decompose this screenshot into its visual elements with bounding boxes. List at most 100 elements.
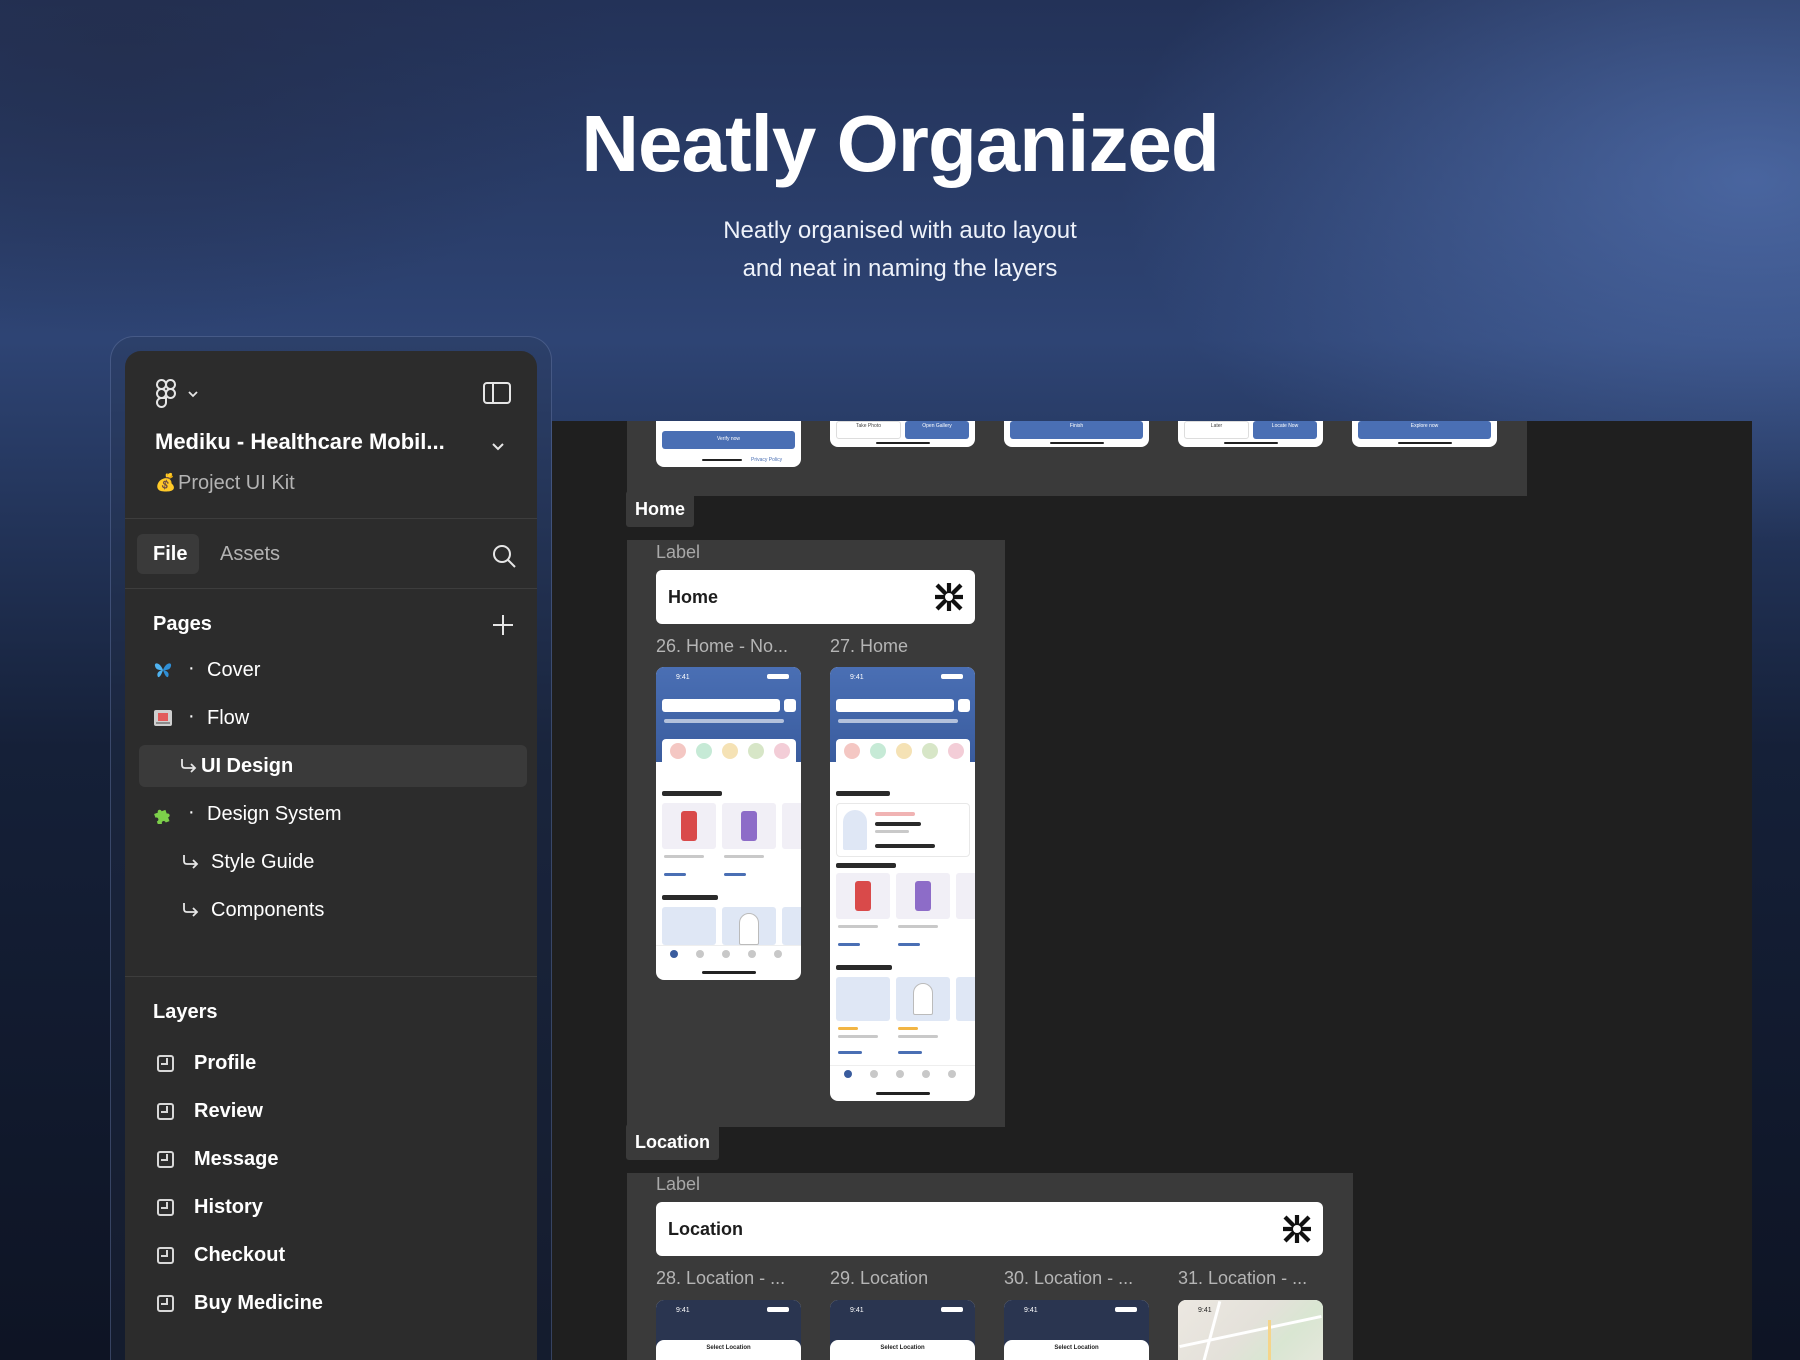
phone-frame-location-28[interactable]: 9:41 Select Location	[656, 1300, 801, 1360]
layer-item-message[interactable]: Message	[125, 1138, 537, 1180]
phone-frame-home-no-appointment[interactable]: 9:41	[656, 667, 801, 980]
layer-item-profile[interactable]: Profile	[125, 1042, 537, 1084]
page-label-cover: Cover	[207, 659, 261, 681]
page-item-design-system[interactable]: · Design System	[125, 793, 537, 835]
frame-locate[interactable]: Later Locate Now	[1178, 421, 1323, 447]
phone-frame-location-29[interactable]: 9:41 Select Location	[830, 1300, 975, 1360]
snowflake-icon	[935, 583, 963, 611]
locate-now-label: Locate Now	[1271, 423, 1299, 429]
location-label-card[interactable]: Location	[656, 1202, 1323, 1256]
page-item-style-guide[interactable]: Style Guide	[125, 841, 537, 883]
tab-file[interactable]: File	[153, 543, 187, 566]
status-icons	[767, 1307, 789, 1312]
page-label-components: Components	[211, 899, 325, 921]
status-time: 9:41	[1198, 1307, 1212, 1314]
take-photo-label: Take Photo	[855, 423, 882, 429]
open-gallery-label: Open Gallery	[922, 423, 952, 429]
status-time: 9:41	[850, 1307, 864, 1314]
frame-icon	[157, 1151, 174, 1168]
select-location-title: Select Location	[1054, 1345, 1099, 1351]
layers-heading: Layers	[153, 1001, 218, 1023]
status-icons	[1115, 1307, 1137, 1312]
chevron-down-icon[interactable]	[492, 443, 504, 451]
frame-verify[interactable]: Verify now Privacy Policy	[656, 421, 801, 467]
butterfly-icon	[154, 663, 172, 678]
hero-subtitle-line-2: and neat in naming the layers	[742, 255, 1058, 282]
status-time: 9:41	[1024, 1307, 1038, 1314]
bullet: ·	[188, 657, 195, 679]
layer-item-buy-medicine[interactable]: Buy Medicine	[125, 1282, 537, 1324]
frame-explore[interactable]: Explore now	[1352, 421, 1497, 447]
location-label-title: Label	[656, 1174, 701, 1194]
project-name[interactable]: Mediku - Healthcare Mobil...	[155, 429, 445, 455]
layer-label: Profile	[194, 1052, 257, 1074]
service-icons	[662, 739, 796, 779]
layer-item-review[interactable]: Review	[125, 1090, 537, 1132]
frame-title-29[interactable]: 29. Location	[830, 1268, 928, 1289]
chevron-down-icon[interactable]	[188, 390, 198, 398]
layer-label: Review	[194, 1100, 263, 1122]
page-item-flow[interactable]: · Flow	[125, 697, 537, 739]
frame-icon	[157, 1295, 174, 1312]
frame-finish[interactable]: Finish	[1004, 421, 1149, 447]
finish-label: Finish	[1069, 423, 1084, 429]
status-time: 9:41	[676, 1307, 690, 1314]
return-arrow-icon	[183, 855, 199, 869]
money-bag-icon: 💰	[155, 473, 177, 492]
page-label-design-system: Design System	[207, 803, 342, 825]
map-icon	[154, 710, 172, 726]
phone-frame-location-30[interactable]: 9:41 Select Location	[1004, 1300, 1149, 1360]
frame-take-photo[interactable]: Take Photo Open Gallery	[830, 421, 975, 447]
bullet: ·	[188, 801, 195, 823]
home-label-title: Label	[656, 542, 701, 562]
search-icon[interactable]	[492, 544, 516, 568]
status-time: 9:41	[850, 674, 864, 681]
layer-label: Buy Medicine	[194, 1292, 323, 1314]
puzzle-icon	[154, 809, 170, 824]
frame-icon	[157, 1247, 174, 1264]
frame-title-28[interactable]: 28. Location - ...	[656, 1268, 785, 1289]
hero-title: Neatly Organized	[581, 99, 1220, 188]
layer-label: Message	[194, 1148, 279, 1170]
layer-item-history[interactable]: History	[125, 1186, 537, 1228]
frame-title-26[interactable]: 26. Home - No...	[656, 636, 788, 657]
section-tag-location[interactable]: Location	[626, 1124, 719, 1160]
frame-icon	[157, 1199, 174, 1216]
explore-now-label: Explore now	[1410, 423, 1439, 429]
return-arrow-icon	[181, 759, 197, 773]
pages-heading: Pages	[153, 613, 212, 635]
page-label-style-guide: Style Guide	[211, 851, 315, 873]
location-label-text: Location	[668, 1219, 743, 1239]
toggle-sidebar-icon[interactable]	[483, 382, 511, 404]
frame-title-31[interactable]: 31. Location - ...	[1178, 1268, 1307, 1289]
status-icons	[941, 1307, 963, 1312]
add-page-icon[interactable]	[492, 614, 514, 636]
phone-frame-location-map[interactable]: 9:41	[1178, 1300, 1323, 1360]
page-label-ui-design: UI Design	[201, 755, 294, 777]
snowflake-icon	[1283, 1215, 1311, 1243]
status-time: 9:41	[676, 674, 690, 681]
bell-icon	[958, 699, 970, 712]
layer-label: Checkout	[194, 1244, 286, 1266]
page-item-ui-design[interactable]: UI Design	[139, 745, 527, 787]
figma-logo-icon[interactable]	[155, 379, 177, 409]
frame-icon	[157, 1103, 174, 1120]
layer-item-checkout[interactable]: Checkout	[125, 1234, 537, 1276]
page-item-components[interactable]: Components	[125, 889, 537, 931]
home-label-card[interactable]: Home	[656, 570, 975, 624]
bell-icon	[784, 699, 796, 712]
frame-icon	[157, 1055, 174, 1072]
phone-frame-home[interactable]: 9:41	[830, 667, 975, 1101]
design-canvas[interactable]: Verify now Privacy Policy Take Photo Ope…	[552, 421, 1752, 1360]
section-tag-home[interactable]: Home	[626, 491, 695, 527]
frame-title-27[interactable]: 27. Home	[830, 636, 908, 657]
page-item-cover[interactable]: · Cover	[125, 649, 537, 691]
later-label: Later	[1210, 423, 1223, 429]
status-icons	[941, 674, 963, 679]
frame-title-30[interactable]: 30. Location - ...	[1004, 1268, 1133, 1289]
bullet: ·	[188, 705, 195, 727]
privacy-policy-label: Privacy Policy	[751, 457, 783, 463]
tab-assets[interactable]: Assets	[220, 543, 280, 566]
status-icons	[767, 674, 789, 679]
hero-subtitle-line-1: Neatly organised with auto layout	[723, 217, 1077, 244]
